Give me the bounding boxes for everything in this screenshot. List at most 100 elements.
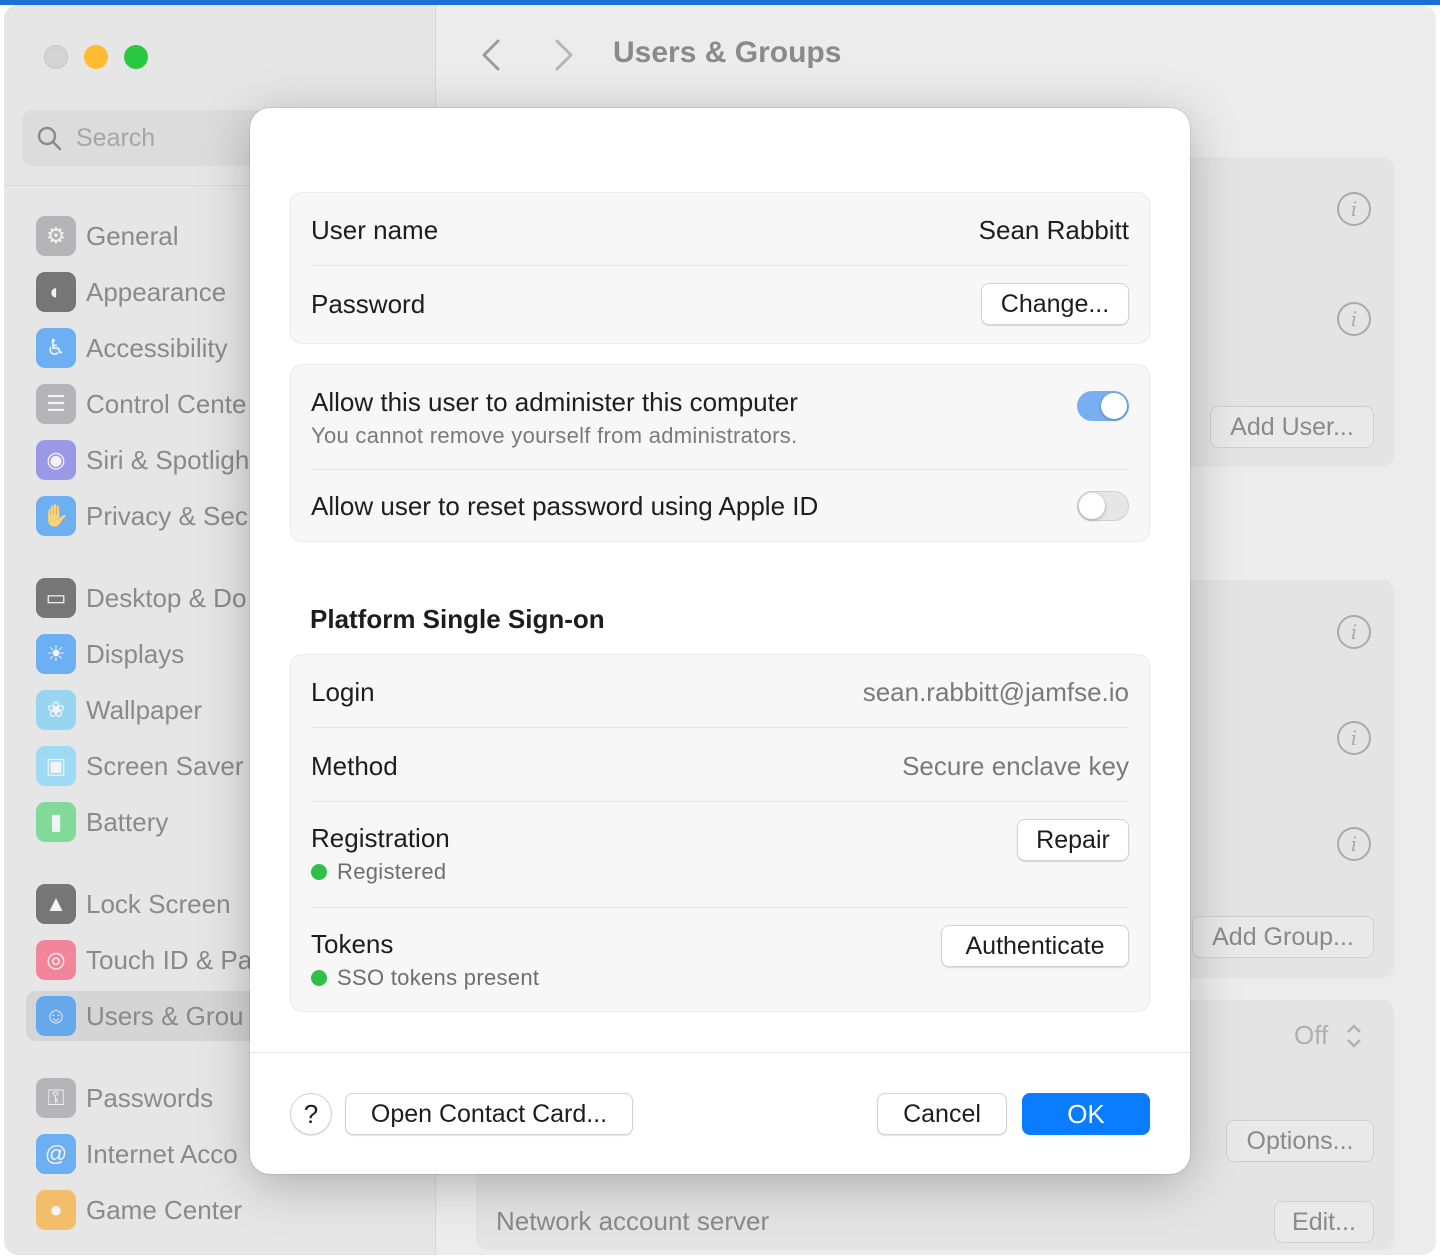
registration-row: Registration Registered Repair xyxy=(311,819,1129,889)
ok-button[interactable]: OK xyxy=(1022,1093,1150,1135)
tokens-status-text: SSO tokens present xyxy=(337,965,540,990)
sidebar-item-label: Displays xyxy=(86,638,185,669)
reset-password-row: Allow user to reset password using Apple… xyxy=(311,487,1129,527)
sidebar-item-label: Lock Screen xyxy=(86,888,231,919)
sidebar-item-label: Control Cente xyxy=(86,388,247,419)
status-dot-icon xyxy=(311,864,327,880)
username-row: User name Sean Rabbitt xyxy=(311,213,1129,249)
info-icon[interactable]: i xyxy=(1337,192,1371,226)
control-center-icon: ☰ xyxy=(36,384,76,424)
open-contact-card-button[interactable]: Open Contact Card... xyxy=(345,1093,633,1135)
screen-saver-icon: ▣ xyxy=(36,746,76,786)
lock-icon: ▲ xyxy=(36,884,76,924)
login-label: Login xyxy=(311,677,375,707)
sidebar-item-label: Siri & Spotligh xyxy=(86,444,250,475)
repair-button[interactable]: Repair xyxy=(1017,819,1129,861)
sidebar-item-label: Accessibility xyxy=(86,332,228,363)
sidebar-item-label: Screen Saver xyxy=(86,750,244,781)
username-value: Sean Rabbitt xyxy=(978,215,1129,245)
close-window-button[interactable] xyxy=(44,45,68,69)
authenticate-button[interactable]: Authenticate xyxy=(941,925,1129,967)
row-divider xyxy=(311,265,1129,266)
sidebar-item-label: Internet Acco xyxy=(86,1138,238,1169)
appearance-icon: ◐ xyxy=(36,272,76,312)
sidebar-item-label: Users & Grou xyxy=(86,1000,244,1031)
sidebar-item-label: Desktop & Do xyxy=(86,582,247,613)
siri-icon: ◉ xyxy=(36,440,76,480)
info-icon[interactable]: i xyxy=(1337,615,1371,649)
sidebar-item-label: Wallpaper xyxy=(86,694,203,725)
sun-icon: ☀ xyxy=(36,634,76,674)
help-button[interactable]: ? xyxy=(290,1093,332,1135)
method-label: Method xyxy=(311,751,398,781)
info-icon[interactable]: i xyxy=(1337,721,1371,755)
sidebar-item-label: Passwords xyxy=(86,1082,214,1113)
method-row: Method Secure enclave key xyxy=(311,749,1129,785)
key-icon: ⚿ xyxy=(36,1078,76,1118)
zoom-window-button[interactable] xyxy=(124,45,148,69)
login-row: Login sean.rabbitt@jamfse.io xyxy=(311,675,1129,711)
hand-icon: ✋ xyxy=(36,496,76,536)
fingerprint-icon: ◎ xyxy=(36,940,76,980)
account-group: User name Sean Rabbitt Password Change..… xyxy=(290,192,1150,344)
info-icon[interactable]: i xyxy=(1337,827,1371,861)
search-icon xyxy=(37,126,62,151)
psso-section-title: Platform Single Sign-on xyxy=(310,604,605,634)
users-icon: ☺ xyxy=(36,996,76,1036)
desktop-icon: ▭ xyxy=(36,578,76,618)
row-divider xyxy=(311,801,1129,802)
off-popup-value[interactable]: Off xyxy=(1294,1020,1328,1051)
page-title: Users & Groups xyxy=(613,36,842,69)
row-divider xyxy=(311,907,1129,908)
add-user-button[interactable]: Add User... xyxy=(1210,406,1374,448)
footer-divider xyxy=(250,1052,1190,1053)
battery-icon: ▮ xyxy=(36,802,76,842)
network-account-label: Network account server xyxy=(496,1206,770,1236)
admin-label: Allow this user to administer this compu… xyxy=(311,387,798,417)
reset-password-label: Allow user to reset password using Apple… xyxy=(311,491,819,521)
registration-label: Registration xyxy=(311,823,450,853)
add-group-button[interactable]: Add Group... xyxy=(1192,916,1374,958)
popup-chevrons-icon xyxy=(1347,1024,1361,1048)
username-label: User name xyxy=(311,215,439,245)
row-divider xyxy=(311,727,1129,728)
sidebar-item-label: Battery xyxy=(86,806,169,837)
game-center-icon: ● xyxy=(36,1190,76,1230)
login-value: sean.rabbitt@jamfse.io xyxy=(862,677,1129,707)
sidebar-item[interactable]: ● Game Center xyxy=(26,1185,426,1235)
back-chevron-icon[interactable] xyxy=(476,35,506,75)
at-icon: @ xyxy=(36,1134,76,1174)
permissions-group: Allow this user to administer this compu… xyxy=(290,364,1150,542)
forward-chevron-icon[interactable] xyxy=(549,35,579,75)
admin-sublabel: You cannot remove yourself from administ… xyxy=(311,423,798,448)
tokens-label: Tokens xyxy=(311,929,394,959)
minimize-window-button[interactable] xyxy=(84,45,108,69)
reset-password-toggle[interactable] xyxy=(1077,491,1129,521)
sidebar-item-label: Appearance xyxy=(86,276,227,307)
sidebar-item-label: Privacy & Sec xyxy=(86,500,248,531)
options-button[interactable]: Options... xyxy=(1226,1120,1374,1162)
method-value: Secure enclave key xyxy=(902,751,1129,781)
cancel-button[interactable]: Cancel xyxy=(877,1093,1007,1135)
registration-status-text: Registered xyxy=(337,859,447,884)
psso-group: Login sean.rabbitt@jamfse.io Method Secu… xyxy=(290,654,1150,1012)
sidebar-item-label: Touch ID & Pa xyxy=(86,944,253,975)
admin-row: Allow this user to administer this compu… xyxy=(311,385,1129,455)
tokens-row: Tokens SSO tokens present Authenticate xyxy=(311,925,1129,995)
status-dot-icon xyxy=(311,970,327,986)
gear-icon: ⚙ xyxy=(36,216,76,256)
sidebar-item-label: General xyxy=(86,220,179,251)
sidebar-item-label: Game Center xyxy=(86,1194,243,1225)
info-icon[interactable]: i xyxy=(1337,302,1371,336)
password-label: Password xyxy=(311,289,426,319)
admin-toggle[interactable] xyxy=(1077,391,1129,421)
flower-icon: ❀ xyxy=(36,690,76,730)
row-divider xyxy=(311,469,1129,470)
tokens-status: SSO tokens present xyxy=(311,965,539,991)
edit-button[interactable]: Edit... xyxy=(1274,1201,1374,1243)
registration-status: Registered xyxy=(311,859,446,885)
change-password-button[interactable]: Change... xyxy=(981,283,1129,325)
password-row: Password Change... xyxy=(311,283,1129,325)
user-details-dialog: User name Sean Rabbitt Password Change..… xyxy=(250,108,1190,1174)
accessibility-icon: ♿ xyxy=(36,328,76,368)
